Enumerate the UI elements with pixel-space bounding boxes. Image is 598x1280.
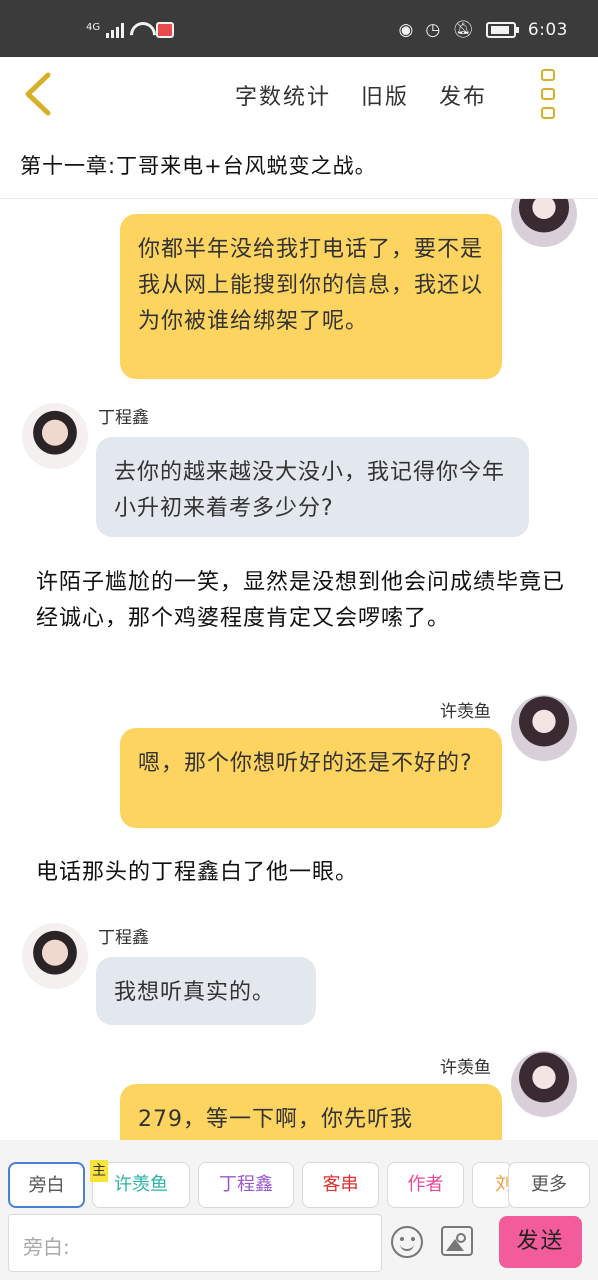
narration-text[interactable]: 许陌子尴尬的一笑，显然是没想到他会问成绩毕竟已经诚心，那个鸡婆程度肯定又会啰嗦了… [36,565,566,637]
publish-button[interactable]: 发布 [439,79,487,111]
chevron-left-icon[interactable] [20,71,60,117]
sender-name: 丁程鑫 [98,928,149,948]
message-right: 你都半年没给我打电话了，要不是我从网上能搜到你的信息，我还以为你被谁给绑架了呢。 [0,199,598,389]
avatar[interactable] [22,923,88,989]
role-chip-author[interactable]: 作者 [387,1162,464,1208]
message-right: 许羡鱼 279，等一下啊，你先听我 [0,1049,598,1140]
emoji-icon[interactable] [391,1226,423,1258]
status-right: ◉ ◷ 🔕︎ 6:03 [399,20,568,40]
message-left: 丁程鑫 去你的越来越没大没小，我记得你今年小升初来着考多少分? [0,399,598,539]
eye-icon: ◉ [398,20,414,40]
avatar[interactable] [511,695,577,761]
chat-area[interactable]: 你都半年没给我打电话了，要不是我从网上能搜到你的信息，我还以为你被谁给绑架了呢。… [0,199,598,1140]
narration-text[interactable]: 电话那头的丁程鑫白了他一眼。 [36,855,566,891]
battery-icon [485,22,519,38]
sender-name: 丁程鑫 [98,408,149,428]
role-chip-liu[interactable]: 刘 [472,1162,512,1208]
role-chip-ding-chengxin[interactable]: 丁程鑫 [198,1162,294,1208]
status-bar: 4G ◉ ◷ 🔕︎ 6:03 [0,0,598,57]
avatar[interactable] [511,199,577,247]
wifi-icon [130,22,150,38]
message-bubble[interactable]: 279，等一下啊，你先听我 [120,1084,502,1140]
image-icon[interactable] [441,1226,473,1256]
top-nav: 字数统计 旧版 发布 [0,57,598,137]
editor-toolbar: 旁白 许羡鱼 主 丁程鑫 客串 作者 刘 更多 旁白: 发送 [0,1140,598,1280]
signal-icon [106,22,125,38]
message-bubble[interactable]: 去你的越来越没大没小，我记得你今年小升初来着考多少分? [96,437,529,537]
send-button[interactable]: 发送 [499,1216,582,1268]
avatar[interactable] [22,403,88,469]
alarm-icon: ◷ [425,20,441,40]
app-notification-icon [156,22,175,38]
avatar[interactable] [511,1051,577,1117]
mute-icon: 🔕︎ [452,20,474,40]
input-row: 旁白: 发送 [0,1212,598,1276]
message-right: 许羡鱼 嗯，那个你想听好的还是不好的? [0,693,598,833]
message-left: 丁程鑫 我想听真实的。 [0,919,598,1029]
sender-name: 许羡鱼 [440,702,491,722]
word-count-button[interactable]: 字数统计 [235,79,331,111]
nav-links: 字数统计 旧版 发布 [235,79,487,111]
more-vertical-icon[interactable] [541,69,559,119]
network-type: 4G [86,22,101,33]
message-bubble[interactable]: 你都半年没给我打电话了，要不是我从网上能搜到你的信息，我还以为你被谁给绑架了呢。 [120,214,502,379]
sender-name: 许羡鱼 [440,1058,491,1078]
role-selector: 旁白 许羡鱼 主 丁程鑫 客串 作者 刘 更多 [0,1160,598,1208]
message-bubble[interactable]: 嗯，那个你想听好的还是不好的? [120,728,502,828]
role-chip-narration[interactable]: 旁白 [8,1162,85,1208]
message-input[interactable]: 旁白: [8,1214,382,1272]
chapter-title[interactable]: 第十一章:丁哥来电+台风蜕变之战。 [20,150,377,180]
role-chip-guest[interactable]: 客串 [302,1162,379,1208]
status-left: 4G [86,22,175,38]
old-version-button[interactable]: 旧版 [361,79,409,111]
main-role-badge: 主 [90,1160,108,1182]
more-roles-button[interactable]: 更多 [508,1162,590,1208]
message-bubble[interactable]: 我想听真实的。 [96,957,316,1025]
clock: 6:03 [527,20,568,40]
